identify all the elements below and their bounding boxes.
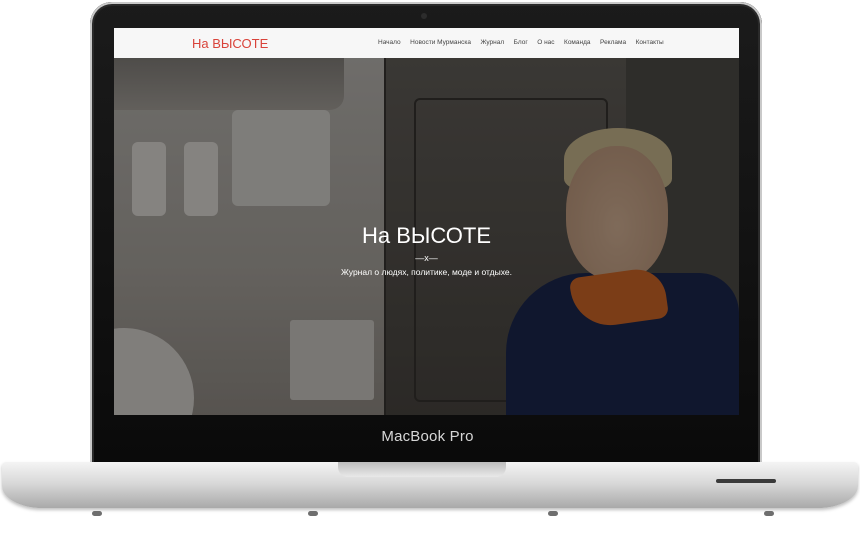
device-brand-label: MacBook Pro (381, 428, 474, 445)
menu-item-journal[interactable]: Журнал (480, 39, 504, 46)
hero-divider: —x— (415, 253, 438, 263)
laptop-opening-notch (338, 462, 506, 477)
main-menu: Начало Новости Мурманска Журнал Блог О н… (378, 39, 673, 46)
hero-subtitle: Журнал о людях, политике, моде и отдыхе. (341, 267, 512, 277)
menu-item-contacts[interactable]: Контакты (636, 39, 664, 46)
laptop-screen: На ВЫСОТЕ Начало Новости Мурманска Журна… (114, 28, 739, 415)
disc-slot (716, 479, 776, 483)
menu-item-advertising[interactable]: Реклама (600, 39, 626, 46)
menu-item-murmansk-news[interactable]: Новости Мурманска (410, 39, 471, 46)
site-logo[interactable]: На ВЫСОТЕ (192, 36, 268, 51)
site-navbar: На ВЫСОТЕ Начало Новости Мурманска Журна… (114, 28, 739, 59)
menu-item-blog[interactable]: Блог (514, 39, 528, 46)
hero-title: На ВЫСОТЕ (361, 223, 491, 248)
camera-icon (421, 13, 427, 19)
laptop-foot (308, 511, 318, 516)
menu-item-team[interactable]: Команда (564, 39, 590, 46)
menu-item-about[interactable]: О нас (537, 39, 554, 46)
laptop-foot (92, 511, 102, 516)
menu-item-home[interactable]: Начало (378, 39, 401, 46)
hero-section: На ВЫСОТЕ —x— Журнал о людях, политике, … (114, 58, 739, 415)
laptop-foot (764, 511, 774, 516)
laptop-foot (548, 511, 558, 516)
